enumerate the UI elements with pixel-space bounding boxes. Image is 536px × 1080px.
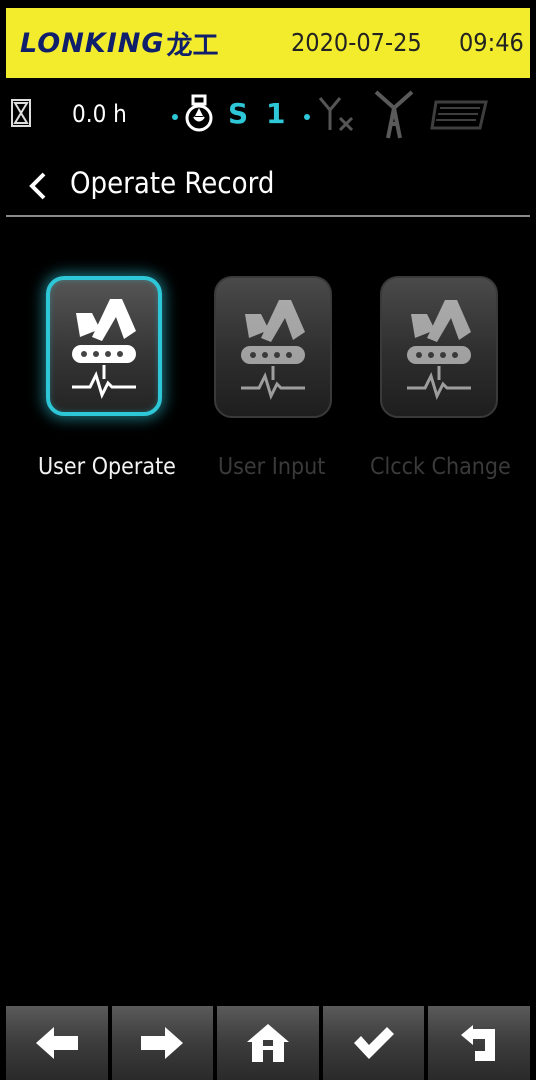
arrow-right-icon: [141, 1027, 184, 1059]
tile-user-input[interactable]: User Input: [214, 276, 364, 506]
home-button[interactable]: [217, 1006, 319, 1080]
breadcrumb: Operate Record: [6, 158, 530, 214]
gear-level: 1: [266, 97, 286, 130]
brand-logo: LONKING 龙工: [20, 25, 219, 62]
page-title: Operate Record: [70, 166, 275, 200]
divider: [6, 215, 530, 217]
indicator-dot: [304, 114, 310, 120]
indicator-dot: [172, 114, 178, 120]
tile-label: User Input: [218, 454, 326, 480]
return-icon: [461, 1025, 496, 1061]
excavator-heartbeat-icon: [407, 300, 471, 401]
check-icon: [353, 1027, 394, 1059]
tile-label: Clcck Change: [370, 454, 511, 480]
signal-tower-icon: [374, 90, 414, 139]
tile-user-operate[interactable]: User Operate: [38, 276, 196, 506]
date-display: 2020-07-25: [291, 28, 422, 57]
excavator-heartbeat-icon: [72, 299, 136, 400]
hourglass-icon: [11, 99, 31, 127]
brand-name-cn: 龙工: [166, 30, 219, 61]
return-button[interactable]: [428, 1006, 530, 1080]
engine-hours: 0.0 h: [72, 100, 127, 128]
no-signal-icon: [318, 97, 354, 132]
screen: LONKING 龙工 2020-07-25 09:46 0.0 h S 1 Op…: [6, 8, 530, 1080]
manual-book-icon: [430, 100, 488, 130]
bottom-nav: [6, 1006, 530, 1080]
tile-label: User Operate: [38, 454, 176, 480]
arrow-left-icon: [35, 1027, 78, 1059]
time-display: 09:46: [459, 28, 524, 57]
tile-button[interactable]: [214, 276, 332, 418]
home-icon: [246, 1024, 289, 1062]
gear-mode: S: [228, 97, 249, 130]
status-bar: 0.0 h S 1: [6, 80, 530, 150]
brand-name: LONKING: [20, 27, 165, 59]
left-button[interactable]: [6, 1006, 108, 1080]
chevron-left-icon[interactable]: [26, 170, 48, 202]
excavator-heartbeat-icon: [241, 300, 305, 401]
tile-button[interactable]: [46, 276, 162, 416]
top-bar: LONKING 龙工 2020-07-25 09:46: [6, 8, 530, 78]
right-button[interactable]: [111, 1006, 214, 1080]
tile-clock-change[interactable]: Clcck Change: [370, 276, 530, 506]
engine-oil-icon: [185, 94, 213, 132]
confirm-button[interactable]: [322, 1006, 425, 1080]
tile-button[interactable]: [380, 276, 498, 418]
